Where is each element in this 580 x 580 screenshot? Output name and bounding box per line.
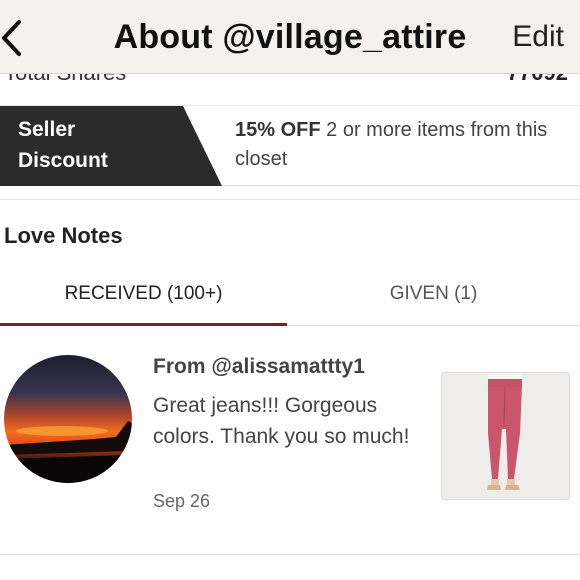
note-date: Sep 26 [153, 491, 211, 511]
seller-discount-banner[interactable]: Seller Discount 15% OFF 2 or more items … [0, 106, 580, 186]
listing-thumbnail[interactable] [441, 372, 570, 500]
sunset-avatar-image [4, 355, 132, 483]
love-notes-title: Love Notes [4, 223, 123, 248]
discount-offer-line2: closet [235, 148, 288, 170]
total-shares-row: Total Shares 77092 [0, 74, 580, 106]
love-notes-tabs: RECEIVED (100+) GIVEN (1) [0, 262, 580, 326]
section-divider [0, 186, 580, 200]
pink-jeans-image [442, 373, 569, 499]
love-note-item[interactable]: From @alissamattty1 Great jeans!!! Gorge… [0, 327, 580, 555]
discount-offer-line1: 2 or more items from this [320, 119, 548, 141]
top-nav-bar: About @village_attire Edit [0, 0, 580, 74]
tab-given[interactable]: GIVEN (1) [287, 262, 580, 326]
edit-button[interactable]: Edit [512, 20, 564, 54]
discount-percent: 15% OFF [235, 119, 321, 141]
badge-line-2: Discount [18, 149, 108, 172]
note-message: Great jeans!!! Gorgeous colors. Thank yo… [153, 394, 410, 448]
discount-offer-text: 15% OFF 2 or more items from this closet [235, 116, 580, 174]
seller-discount-badge: Seller Discount [0, 106, 222, 186]
total-shares-label: Total Shares [4, 74, 126, 86]
tab-received[interactable]: RECEIVED (100+) [0, 262, 287, 326]
badge-line-1: Seller [18, 118, 76, 141]
page-title: About @village_attire [113, 18, 467, 56]
note-sender[interactable]: From @alissamattty1 [153, 355, 365, 379]
avatar[interactable] [4, 355, 132, 483]
total-shares-value: 77092 [507, 74, 568, 86]
